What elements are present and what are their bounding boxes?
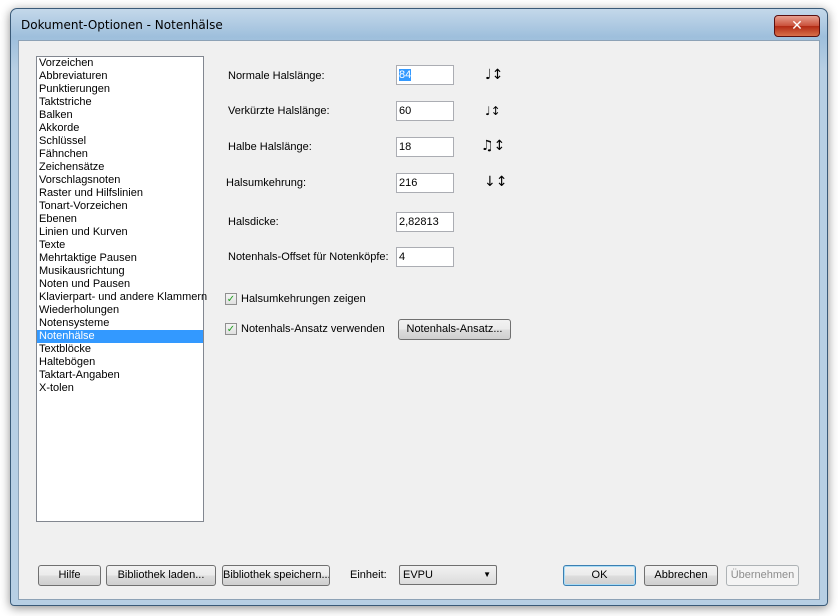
half-length-input[interactable]: 18: [396, 137, 454, 157]
save-library-button[interactable]: Bibliothek speichern...: [222, 565, 330, 586]
offset-input[interactable]: 4: [396, 247, 454, 267]
category-item[interactable]: Noten und Pausen: [37, 278, 203, 291]
category-item[interactable]: Wiederholungen: [37, 304, 203, 317]
note-stem-normal-icon: ♩↕: [485, 67, 504, 83]
unit-dropdown[interactable]: EVPU ▼: [399, 565, 497, 585]
note-stem-reversed-icon: ↓↕: [484, 174, 508, 190]
dialog-window: Dokument-Optionen - Notenhälse ✕ Vorzeic…: [10, 8, 828, 606]
normal-length-input[interactable]: 84: [396, 65, 454, 85]
category-item[interactable]: Klavierpart- und andere Klammern: [37, 291, 207, 304]
category-item[interactable]: Schlüssel: [37, 135, 203, 148]
load-library-button[interactable]: Bibliothek laden...: [106, 565, 216, 586]
category-item[interactable]: Musikausrichtung: [37, 265, 203, 278]
show-reversals-checkbox[interactable]: ✓: [225, 293, 237, 305]
half-length-label: Halbe Halslänge:: [228, 141, 312, 153]
cancel-button[interactable]: Abbrechen: [644, 565, 718, 586]
offset-label: Notenhals-Offset für Notenköpfe:: [228, 251, 389, 263]
dialog-client-area: Vorzeichen Abbreviaturen Punktierungen Takt…: [18, 40, 820, 600]
reversal-input[interactable]: 216: [396, 173, 454, 193]
use-connection-checkbox[interactable]: ✓: [225, 323, 237, 335]
apply-button: Übernehmen: [726, 565, 799, 586]
normal-length-label: Normale Halslänge:: [228, 70, 325, 82]
short-length-label: Verkürzte Halslänge:: [228, 105, 330, 117]
category-item[interactable]: Zeichensätze: [37, 161, 203, 174]
category-item[interactable]: Punktierungen: [37, 83, 203, 96]
category-item[interactable]: Haltebögen: [37, 356, 203, 369]
category-item[interactable]: Raster und Hilfslinien: [37, 187, 203, 200]
category-item[interactable]: Vorzeichen: [37, 57, 203, 70]
reversal-label: Halsumkehrung:: [226, 177, 307, 189]
category-item[interactable]: Tonart-Vorzeichen: [37, 200, 203, 213]
category-list[interactable]: Vorzeichen Abbreviaturen Punktierungen Takt…: [36, 56, 207, 522]
thickness-input[interactable]: 2,82813: [396, 212, 454, 232]
ok-button[interactable]: OK: [563, 565, 636, 586]
help-button[interactable]: Hilfe: [38, 565, 101, 586]
category-item[interactable]: Ebenen: [37, 213, 203, 226]
show-reversals-label: Halsumkehrungen zeigen: [241, 293, 366, 305]
category-item[interactable]: Taktstriche: [37, 96, 203, 109]
category-item[interactable]: X-tolen: [37, 382, 203, 395]
category-item[interactable]: Texte: [37, 239, 203, 252]
window-title: Dokument-Optionen - Notenhälse: [21, 18, 223, 32]
use-connection-label: Notenhals-Ansatz verwenden: [241, 323, 385, 335]
chevron-down-icon: ▼: [483, 570, 491, 579]
note-stem-short-icon: ♩↕: [485, 104, 501, 118]
unit-value: EVPU: [403, 569, 433, 581]
unit-label: Einheit:: [350, 569, 387, 581]
category-item[interactable]: Textblöcke: [37, 343, 203, 356]
thickness-label: Halsdicke:: [228, 216, 279, 228]
category-item[interactable]: Linien und Kurven: [37, 226, 203, 239]
beamed-note-stem-icon: ♫↕: [481, 138, 506, 154]
category-item[interactable]: Balken: [37, 109, 203, 122]
category-item[interactable]: Akkorde: [37, 122, 203, 135]
category-item[interactable]: Mehrtaktige Pausen: [37, 252, 203, 265]
category-item[interactable]: Fähnchen: [37, 148, 203, 161]
category-item[interactable]: Notenhälse: [37, 330, 203, 343]
connection-settings-button[interactable]: Notenhals-Ansatz...: [398, 319, 511, 340]
category-item[interactable]: Abbreviaturen: [37, 70, 203, 83]
short-length-input[interactable]: 60: [396, 101, 454, 121]
close-button[interactable]: ✕: [774, 15, 820, 37]
category-item[interactable]: Vorschlagsnoten: [37, 174, 203, 187]
category-item[interactable]: Taktart-Angaben: [37, 369, 203, 382]
category-item[interactable]: Notensysteme: [37, 317, 203, 330]
